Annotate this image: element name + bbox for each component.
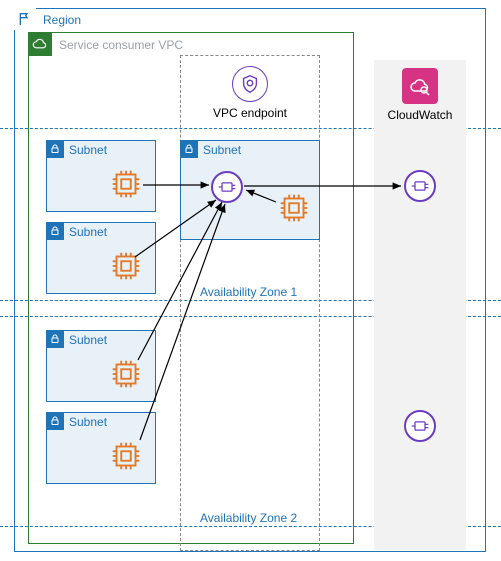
cpu-icon xyxy=(275,189,313,227)
az1-label: Availability Zone 1 xyxy=(200,285,297,299)
diagram-canvas: Region Service consumer VPC VPC endpoint… xyxy=(0,0,501,561)
lock-icon xyxy=(46,330,64,348)
cpu-icon xyxy=(107,247,145,285)
cpu-icon xyxy=(107,355,145,393)
left-subnet-1: Subnet xyxy=(46,140,156,212)
cloudwatch-label: CloudWatch xyxy=(374,108,466,122)
endpoint-subnet: Subnet xyxy=(180,140,320,240)
az2-label: Availability Zone 2 xyxy=(200,511,297,525)
lock-icon xyxy=(46,140,64,158)
lock-icon xyxy=(46,222,64,240)
eni-icon xyxy=(211,171,243,203)
vpc-endpoint-icon xyxy=(232,66,268,102)
lock-icon xyxy=(180,140,198,158)
left-subnet-3: Subnet xyxy=(46,330,156,402)
subnet-label: Subnet xyxy=(69,143,107,157)
vpc-cloud-icon xyxy=(28,32,52,56)
cloudwatch-eni-icon-1 xyxy=(404,170,436,202)
region-label: Region xyxy=(43,13,81,27)
left-subnet-2: Subnet xyxy=(46,222,156,294)
cpu-icon xyxy=(107,165,145,203)
cloudwatch-icon xyxy=(402,68,438,104)
vpc-label: Service consumer VPC xyxy=(59,38,183,52)
lock-icon xyxy=(46,412,64,430)
cloudwatch-eni-icon-2 xyxy=(404,410,436,442)
subnet-label: Subnet xyxy=(69,333,107,347)
vpc-endpoint-group: VPC endpoint xyxy=(180,55,320,551)
cpu-icon xyxy=(107,437,145,475)
cloudwatch-panel: CloudWatch xyxy=(374,60,466,550)
left-subnet-4: Subnet xyxy=(46,412,156,484)
subnet-label: Subnet xyxy=(69,225,107,239)
region-flag-icon xyxy=(14,8,36,30)
subnet-label: Subnet xyxy=(69,415,107,429)
vpc-endpoint-label: VPC endpoint xyxy=(181,106,319,120)
subnet-label: Subnet xyxy=(203,143,241,157)
